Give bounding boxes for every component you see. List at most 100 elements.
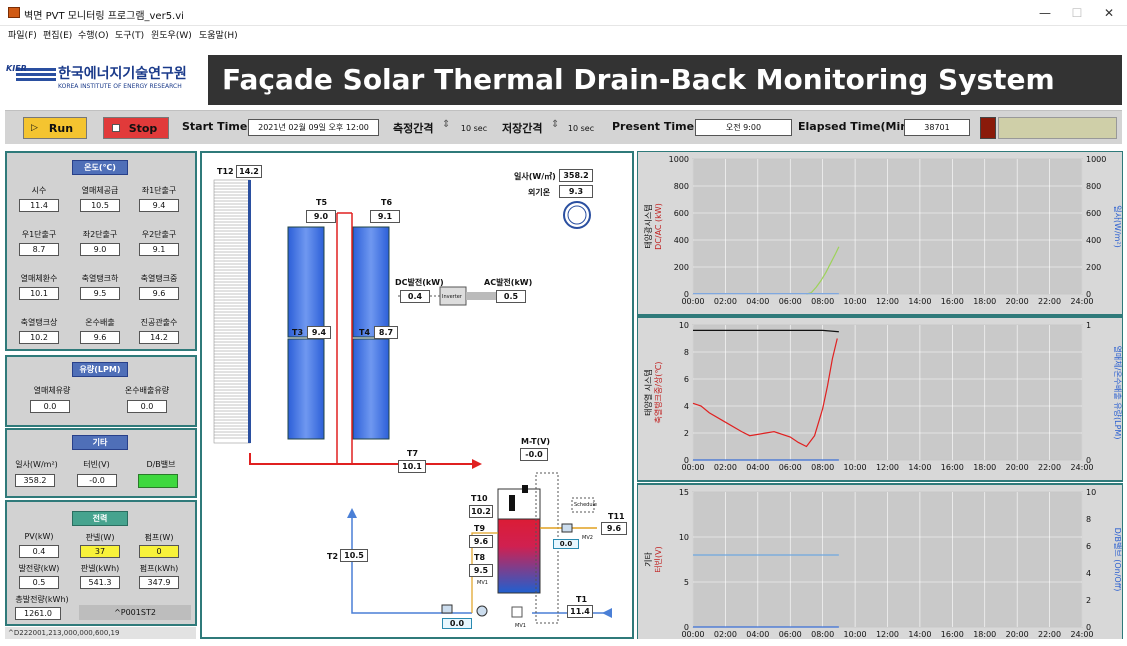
flow-section-title: 유량(LPM): [72, 362, 128, 377]
page-title: Façade Solar Thermal Drain-Back Monitori…: [208, 55, 1122, 105]
irradiance-label: 일사(W/㎡): [514, 172, 556, 181]
y2-tick-label: 600: [1086, 209, 1101, 218]
menu-bar: 파일(F) 편집(E) 수행(O) 도구(T) 윈도우(W) 도움말(H): [0, 26, 1127, 44]
save-interval-field[interactable]: 10 sec: [560, 121, 602, 138]
t3-value: 9.4: [307, 326, 331, 339]
status-bar: ^D222001,213,000,000,600,19: [5, 627, 196, 639]
temp-label: 열매체공급: [81, 186, 119, 195]
ac-value: 0.5: [496, 290, 526, 303]
y2-tick-label: 6: [1086, 542, 1091, 551]
mt-label: M-T(V): [521, 437, 551, 446]
inverter-label: Inverter: [442, 294, 462, 300]
total-generation-value: 1261.0: [15, 607, 61, 620]
close-icon[interactable]: ✕: [1094, 4, 1124, 22]
t1-value: 11.4: [567, 605, 593, 618]
present-time-field: 오전 9:00: [695, 119, 792, 136]
x-tick-label: 08:00: [811, 630, 834, 639]
x-tick-label: 10:00: [844, 630, 867, 639]
interval-stepper-icon[interactable]: ⇕: [442, 119, 450, 130]
x-tick-label: 12:00: [876, 463, 899, 472]
progress-bar: [998, 117, 1117, 139]
minimize-icon[interactable]: —: [1030, 4, 1060, 22]
temp-label: 축열탱크하: [81, 274, 119, 283]
power-value: 0.5: [19, 576, 59, 589]
y2-tick-label: 0: [1086, 623, 1091, 632]
y2-axis-label: D/B밸브 (On/Off): [1113, 528, 1123, 592]
t7-label: T7: [407, 449, 419, 458]
y-tick-label: 10: [679, 533, 689, 542]
y2-tick-label: 400: [1086, 236, 1101, 245]
y-tick-label: 0: [684, 623, 689, 632]
power-value: 37: [80, 545, 120, 558]
ac-label: AC발전(kW): [484, 278, 533, 287]
menu-edit[interactable]: 편집(E): [43, 28, 72, 41]
dc-label: DC발전(kW): [395, 278, 444, 287]
y2-tick-label: 10: [1086, 488, 1096, 497]
t9-value: 9.6: [469, 535, 493, 548]
valve-mv3-label: MV1: [477, 580, 488, 586]
x-tick-label: 22:00: [1038, 297, 1061, 306]
turbine-label: 터빈(V): [83, 460, 110, 469]
y-tick-label: 6: [684, 375, 689, 384]
maximize-icon[interactable]: ☐: [1062, 4, 1092, 22]
irradiance-label: 일사(W/m²): [15, 460, 58, 469]
power-label: 판넬(kWh): [80, 564, 120, 573]
y-axis-label: 태양열 시스템: [643, 369, 653, 416]
temp-value: 10.5: [80, 199, 120, 212]
menu-operate[interactable]: 수행(O): [78, 28, 109, 41]
x-tick-label: 22:00: [1038, 630, 1061, 639]
start-time-field[interactable]: 2021년 02월 09일 오후 12:00: [248, 119, 379, 136]
t12-value: 14.2: [236, 165, 262, 178]
x-tick-label: 04:00: [746, 630, 769, 639]
y2-tick-label: 800: [1086, 182, 1101, 191]
t2-label: T2: [327, 552, 339, 561]
etc-panel: 기타 일사(W/m²) 358.2 터빈(V) -0.0 D/B밸브: [5, 428, 197, 498]
power-value: 347.9: [139, 576, 179, 589]
save-interval-label: 저장간격: [502, 122, 543, 135]
x-tick-label: 20:00: [1006, 630, 1029, 639]
control-toolbar: ▷ Run Stop Start Time 2021년 02월 09일 오후 1…: [5, 110, 1122, 144]
menu-window[interactable]: 윈도우(W): [151, 28, 192, 41]
y2-tick-label: 200: [1086, 263, 1101, 272]
x-tick-label: 02:00: [714, 463, 737, 472]
power-value: 541.3: [80, 576, 120, 589]
t6-value: 9.1: [370, 210, 400, 223]
x-tick-label: 18:00: [973, 463, 996, 472]
dc-value: 0.4: [400, 290, 430, 303]
y2-tick-label: 1: [1086, 321, 1091, 330]
logo-name-en: KOREA INSTITUTE OF ENERGY RESEARCH: [58, 83, 182, 90]
y-tick-label: 10: [679, 321, 689, 330]
system-diagram: T12 14.2 T5 9.0 T6 9.1 T3 9.4 T4 8.7 T7 …: [200, 151, 634, 639]
menu-tools[interactable]: 도구(T): [115, 28, 144, 41]
temp-value: 9.6: [139, 287, 179, 300]
run-button[interactable]: ▷ Run: [23, 117, 87, 139]
save-stepper-icon[interactable]: ⇕: [551, 119, 559, 130]
x-tick-label: 04:00: [746, 463, 769, 472]
y-axis-label: DC/AC (kW): [654, 203, 663, 250]
db-valve-indicator: [138, 474, 178, 488]
power-label: 판넬(W): [85, 533, 115, 542]
t5-label: T5: [316, 198, 328, 207]
y-tick-label: 5: [684, 578, 689, 587]
valve-mv2-label: MV2: [582, 535, 593, 541]
elapsed-time-field: 38701: [904, 119, 970, 136]
temp-value: 9.4: [139, 199, 179, 212]
x-tick-label: 20:00: [1006, 463, 1029, 472]
x-tick-label: 04:00: [746, 297, 769, 306]
power-label: 펌프(W): [144, 533, 174, 542]
x-tick-label: 06:00: [779, 630, 802, 639]
t1-label: T1: [576, 595, 588, 604]
y-axis-label: 태양광시스템: [643, 204, 653, 248]
outdoor-temp-value: 9.3: [559, 185, 593, 198]
flow-meter-1: 0.0: [442, 618, 472, 629]
stop-button[interactable]: Stop: [103, 117, 169, 139]
interval-field[interactable]: 10 sec: [453, 121, 495, 138]
x-tick-label: 18:00: [973, 630, 996, 639]
y-tick-label: 4: [684, 402, 689, 411]
menu-file[interactable]: 파일(F): [8, 28, 37, 41]
menu-help[interactable]: 도움말(H): [199, 28, 238, 41]
t8-value: 9.5: [469, 564, 493, 577]
logo-name-ko: 한국에너지기술연구원: [58, 66, 187, 82]
t4-value: 8.7: [374, 326, 398, 339]
temp-value: 9.0: [80, 243, 120, 256]
